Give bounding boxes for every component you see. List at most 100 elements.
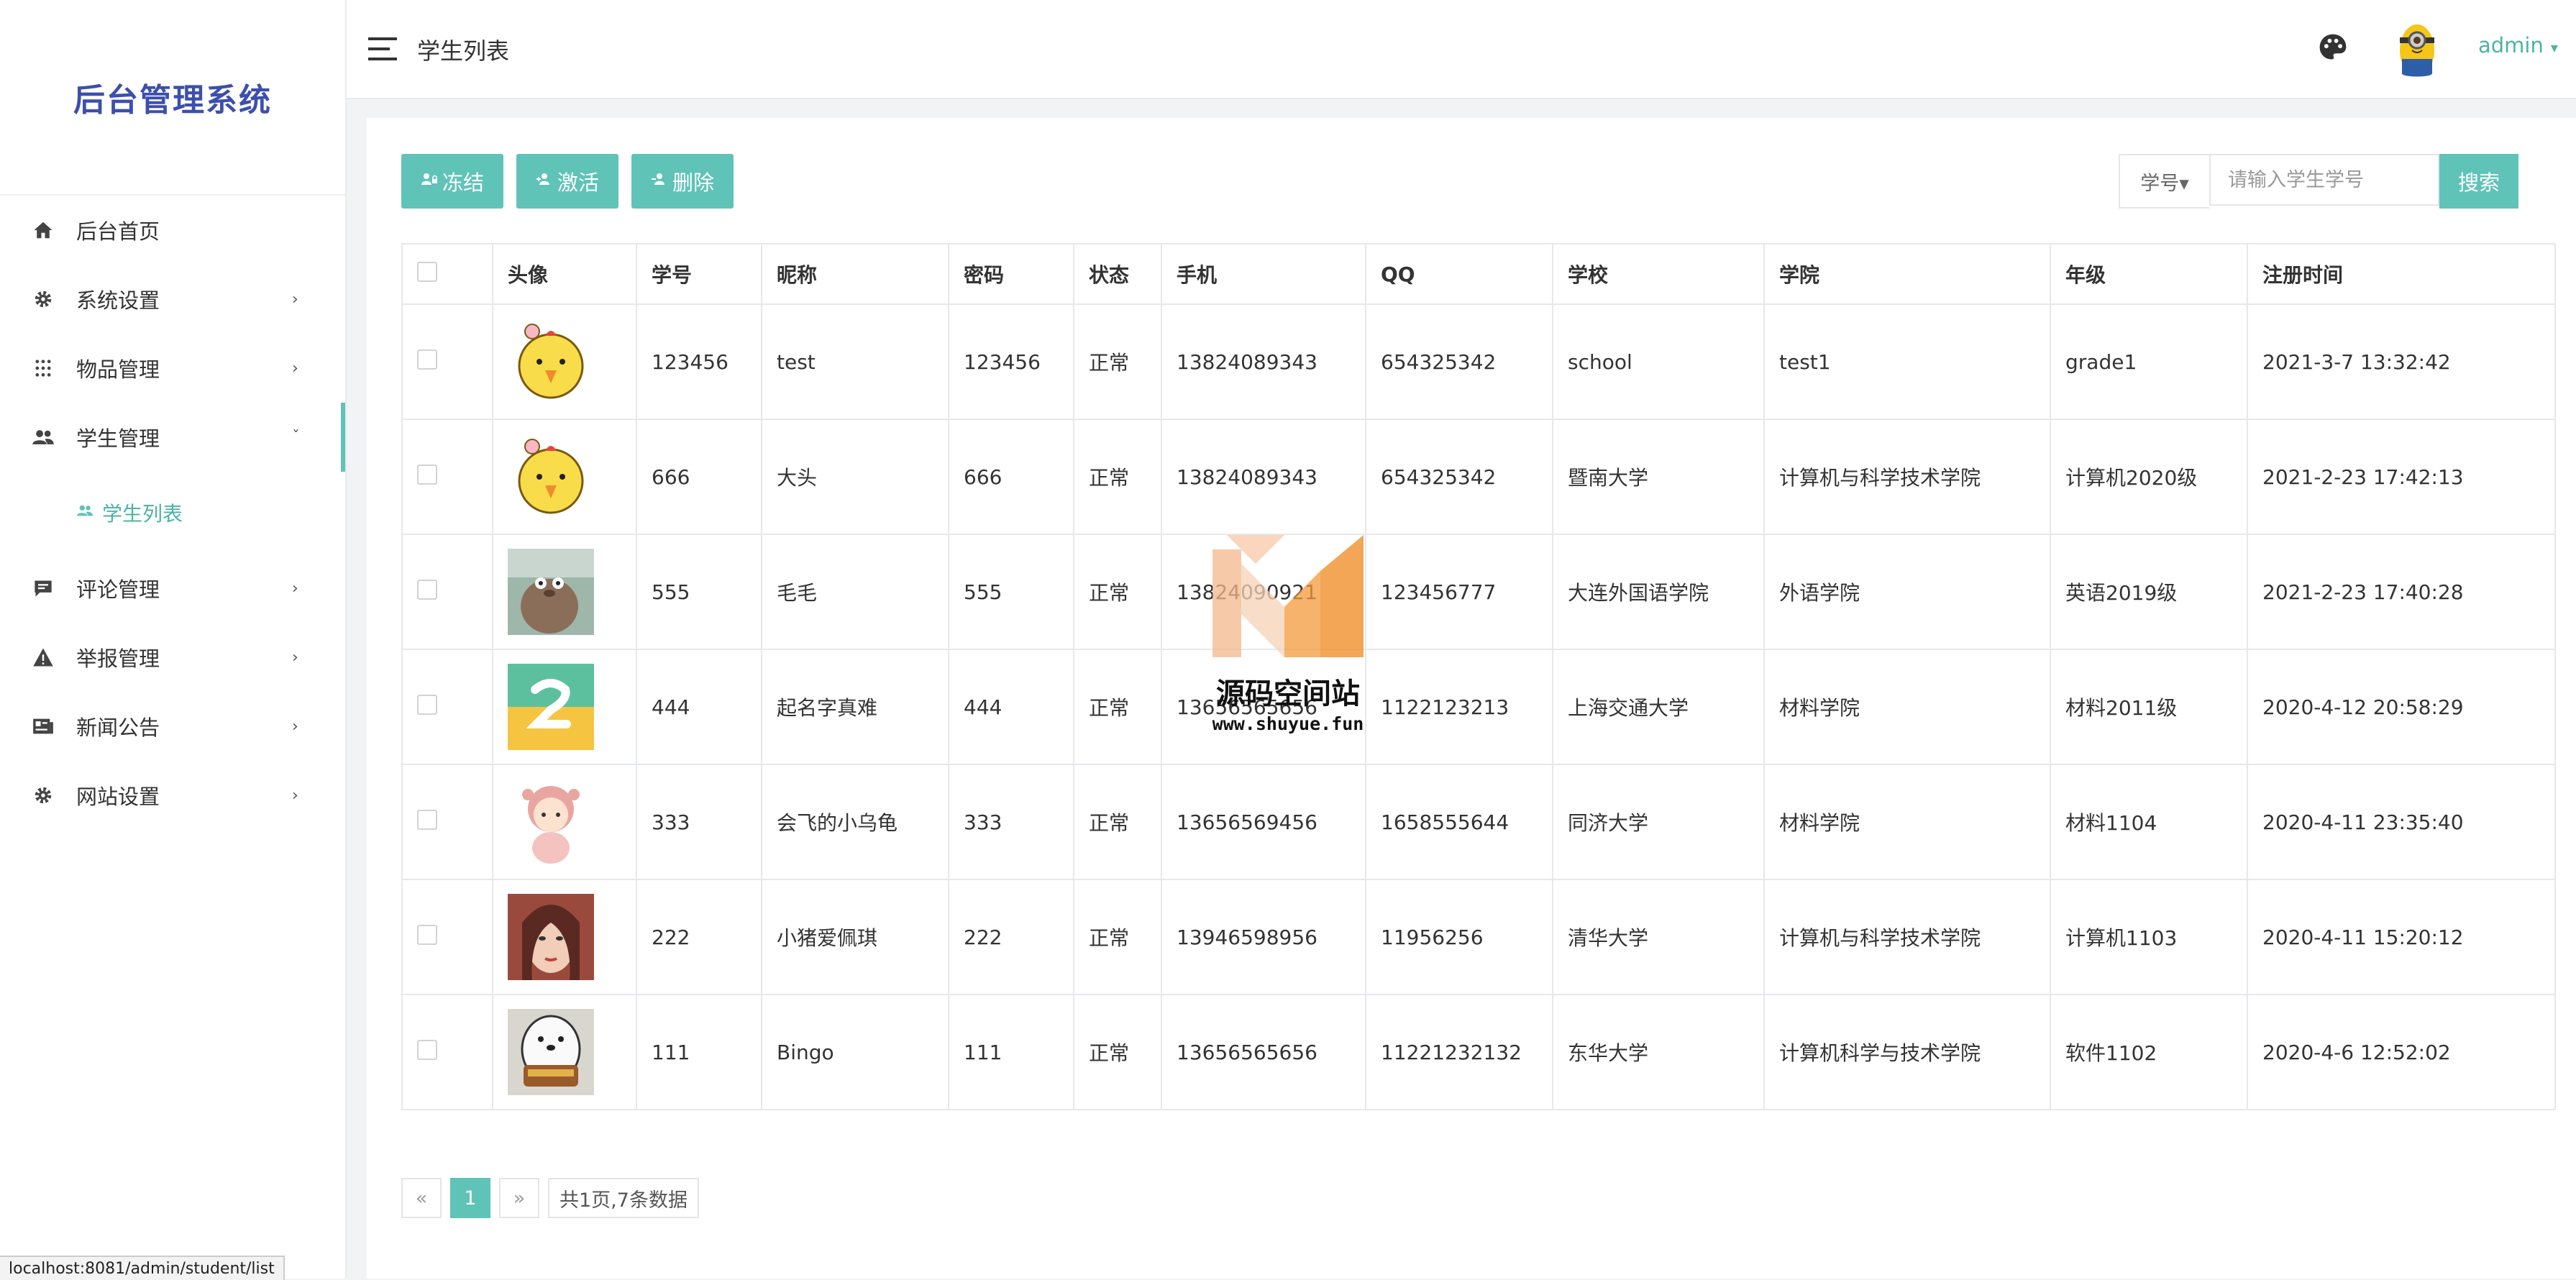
content-panel: 冻结 激活 删除 学号▾ 搜索 头像 学号 昵称 密码 状态 — [367, 118, 2576, 1279]
register-time: 2021-2-23 17:40:28 — [2247, 534, 2556, 650]
freeze-button[interactable]: 冻结 — [401, 154, 503, 209]
qq: 11221232132 — [1365, 994, 1553, 1110]
column-header: 手机 — [1161, 243, 1366, 305]
sidebar-item-students[interactable]: 学生管理 ˇ — [0, 403, 345, 472]
users-icon — [29, 423, 58, 452]
app-logo-title[interactable]: 后台管理系统 — [0, 0, 345, 194]
nickname: 起名字真难 — [761, 649, 949, 765]
sidebar-item-site-settings[interactable]: 网站设置 › — [0, 761, 345, 830]
hamburger-menu-icon[interactable] — [368, 37, 397, 60]
table-header-row: 头像 学号 昵称 密码 状态 手机 QQ 学校 学院 年级 注册时间 — [401, 243, 2556, 305]
watermark: 源码空间站 www.shuyue.fun — [1205, 535, 1371, 744]
table-row[interactable]: 444 起名字真难 444 正常 13656565656 1122123213 … — [401, 649, 2556, 765]
search-bar: 学号▾ 搜索 — [2119, 154, 2518, 209]
phone: 13824089343 — [1161, 303, 1366, 420]
column-header: 状态 — [1073, 243, 1162, 305]
nickname: test — [761, 303, 949, 420]
nickname: Bingo — [761, 994, 949, 1110]
table-row[interactable]: 123456 test 123456 正常 13824089343 654325… — [401, 303, 2556, 420]
sidebar-subitem-student-list[interactable]: 学生列表 — [0, 472, 345, 554]
delete-button[interactable]: 删除 — [631, 154, 734, 209]
sidebar-item-label: 评论管理 — [76, 577, 160, 602]
grade: 计算机1103 — [2050, 879, 2248, 995]
sidebar-item-comments[interactable]: 评论管理 › — [0, 554, 345, 623]
sidebar-item-label: 举报管理 — [76, 646, 160, 671]
watermark-logo — [1212, 535, 1364, 657]
activate-button-label: 激活 — [557, 170, 599, 195]
sidebar-item-home[interactable]: 后台首页 — [0, 196, 345, 265]
select-all-checkbox[interactable] — [417, 261, 437, 282]
nickname: 小猪爱佩琪 — [761, 879, 949, 995]
column-header: 注册时间 — [2247, 243, 2556, 305]
student-id: 666 — [636, 419, 762, 535]
watermark-text: 源码空间站 — [1216, 677, 1360, 710]
nickname: 会飞的小乌龟 — [761, 764, 949, 880]
news-icon — [29, 712, 58, 741]
password: 333 — [948, 764, 1074, 880]
sidebar-item-system-settings[interactable]: 系统设置 › — [0, 265, 345, 334]
search-type-select[interactable]: 学号▾ — [2119, 154, 2209, 209]
table-row[interactable]: 333 会飞的小乌龟 333 正常 13656569456 1658555644… — [401, 764, 2556, 880]
column-header: QQ — [1365, 243, 1553, 305]
search-input[interactable] — [2209, 154, 2439, 206]
student-id: 111 — [636, 994, 762, 1110]
browser-status-bar: localhost:8081/admin/student/list — [0, 1256, 285, 1280]
row-checkbox[interactable] — [417, 349, 437, 370]
user-menu[interactable]: admin ▾ — [2478, 33, 2558, 58]
user-avatar[interactable] — [2393, 22, 2441, 79]
sidebar-item-reports[interactable]: 举报管理 › — [0, 623, 345, 692]
photo-avatar — [508, 894, 594, 980]
table-row[interactable]: 555 毛毛 555 正常 13824090921 123456777 大连外国… — [401, 534, 2556, 650]
column-header: 年级 — [2050, 243, 2248, 305]
row-checkbox[interactable] — [417, 809, 437, 830]
avatar-cell — [492, 419, 637, 535]
comment-icon — [29, 574, 58, 603]
grade: 材料2011级 — [2050, 649, 2248, 765]
row-checkbox[interactable] — [417, 1039, 437, 1060]
phone: 13946598956 — [1161, 879, 1366, 995]
password: 666 — [948, 419, 1074, 535]
student-id: 444 — [636, 649, 762, 765]
sidebar-item-news[interactable]: 新闻公告 › — [0, 692, 345, 761]
college: 外语学院 — [1763, 534, 2051, 650]
sidebar-subitem-label: 学生列表 — [102, 502, 183, 526]
status-badge: 正常 — [1073, 303, 1162, 420]
row-checkbox[interactable] — [417, 464, 437, 485]
next-page-button[interactable]: » — [499, 1178, 539, 1218]
table-row[interactable]: 222 小猪爱佩琪 222 正常 13946598956 11956256 清华… — [401, 879, 2556, 995]
table-row[interactable]: 666 大头 666 正常 13824089343 654325342 暨南大学… — [401, 419, 2556, 535]
status-badge: 正常 — [1073, 419, 1162, 535]
column-header: 头像 — [492, 243, 637, 305]
table-row[interactable]: 111 Bingo 111 正常 13656565656 11221232132… — [401, 994, 2556, 1110]
row-checkbox-cell — [401, 649, 493, 765]
school: 暨南大学 — [1552, 419, 1765, 535]
register-time: 2020-4-11 15:20:12 — [2247, 879, 2556, 995]
sidebar: 后台管理系统 后台首页 系统设置 › 物品管理 › 学生管理 ˇ 学生列表 评论… — [0, 0, 347, 1279]
phone: 13824089343 — [1161, 419, 1366, 535]
row-checkbox[interactable] — [417, 579, 437, 600]
phone: 13656569456 — [1161, 764, 1366, 880]
college: test1 — [1763, 303, 2051, 420]
row-checkbox[interactable] — [417, 924, 437, 945]
nickname: 毛毛 — [761, 534, 949, 650]
activate-button[interactable]: 激活 — [516, 154, 618, 209]
column-header: 密码 — [948, 243, 1074, 305]
password: 555 — [948, 534, 1074, 650]
chick-avatar — [518, 324, 584, 399]
sidebar-item-goods[interactable]: 物品管理 › — [0, 334, 345, 403]
grade: 软件1102 — [2050, 994, 2248, 1110]
nickname: 大头 — [761, 419, 949, 535]
column-header: 昵称 — [761, 243, 949, 305]
row-checkbox[interactable] — [417, 694, 437, 715]
letter-avatar — [508, 664, 594, 750]
palette-icon[interactable] — [2317, 32, 2349, 63]
page-1-button[interactable]: 1 — [450, 1178, 490, 1218]
page-title: 学生列表 — [417, 37, 510, 65]
school: 清华大学 — [1552, 879, 1765, 995]
qq: 654325342 — [1365, 303, 1553, 420]
password: 444 — [948, 649, 1074, 765]
search-button[interactable]: 搜索 — [2439, 154, 2518, 209]
grade: 英语2019级 — [2050, 534, 2248, 650]
prev-page-button[interactable]: « — [401, 1178, 442, 1218]
user-add-icon — [536, 172, 553, 191]
